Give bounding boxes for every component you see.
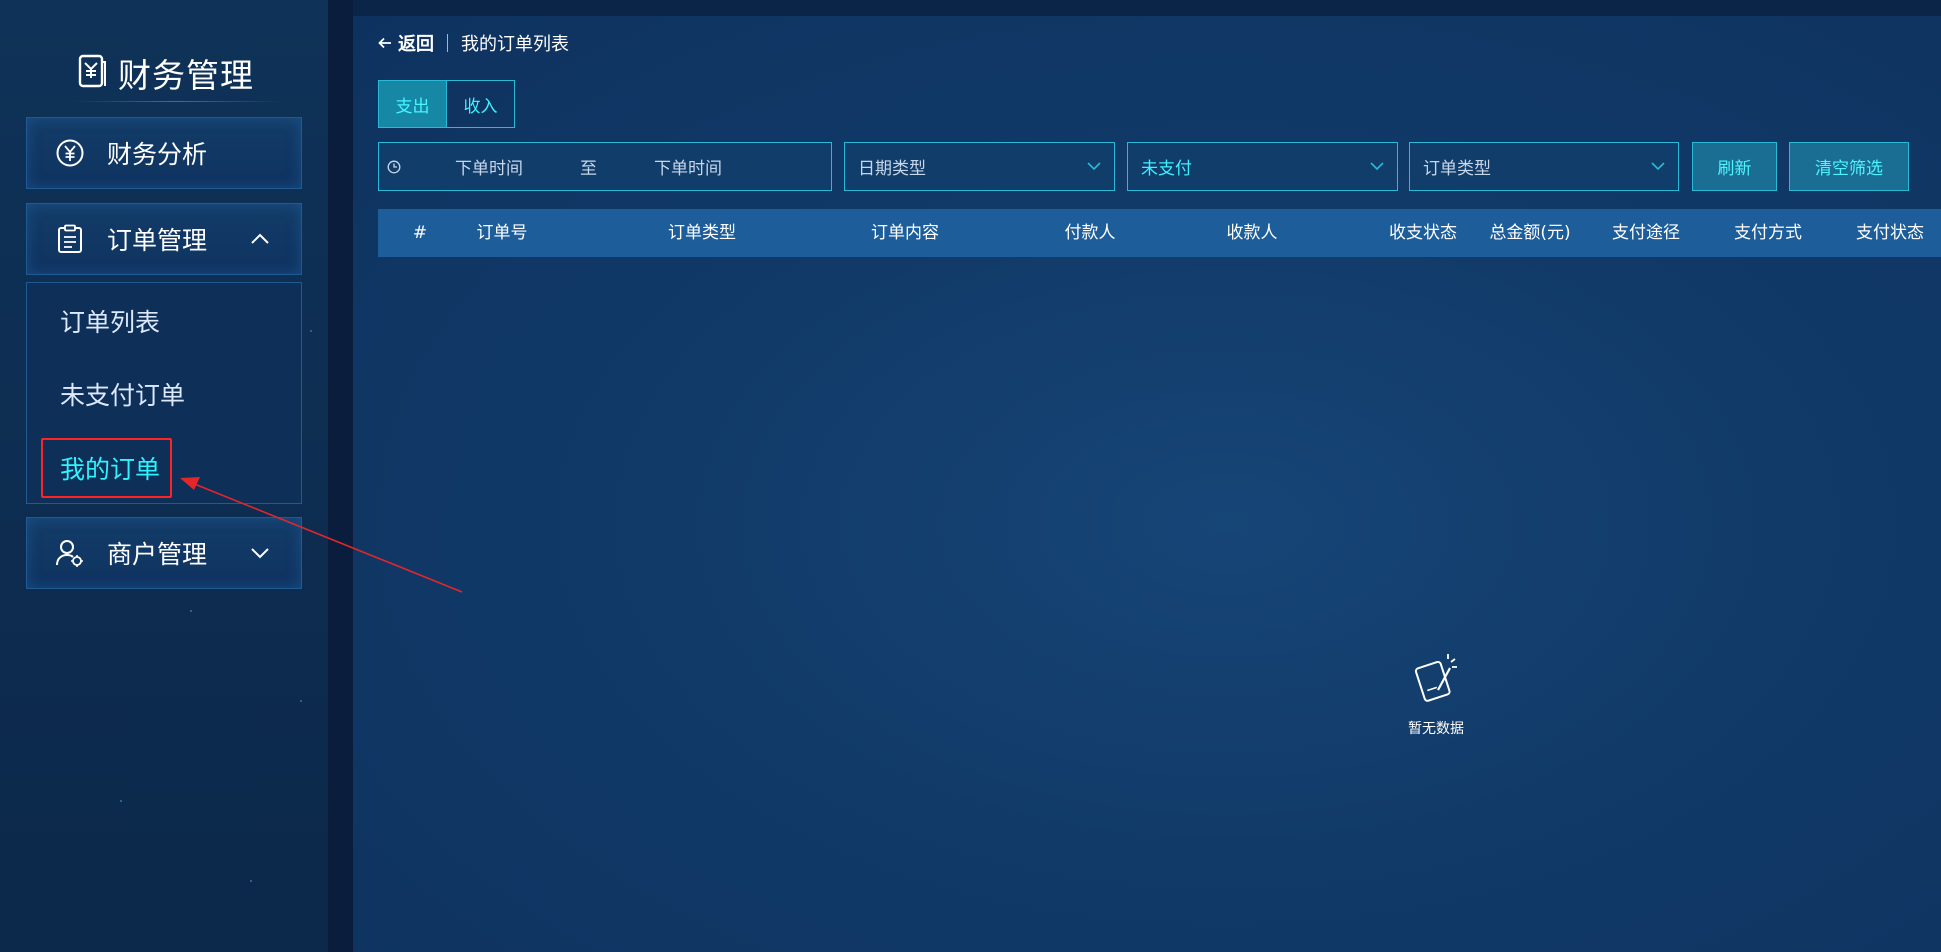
column-header-payment-status: 支付状态 (1856, 223, 1924, 243)
date-type-value: 日期类型 (858, 159, 926, 179)
empty-data-icon (1412, 650, 1460, 710)
tab-income[interactable]: 收入 (447, 81, 514, 127)
column-header-index: # (412, 223, 428, 243)
refresh-button[interactable]: 刷新 (1692, 142, 1777, 191)
top-strip (353, 0, 1941, 16)
date-type-select[interactable]: 日期类型 (844, 142, 1115, 191)
empty-state: 暂无数据 (1376, 650, 1496, 738)
chevron-down-icon (1648, 157, 1668, 177)
date-end-input[interactable]: 下单时间 (654, 154, 722, 179)
annotation-highlight-box (41, 438, 172, 498)
date-range-picker[interactable]: 下单时间 至 下单时间 (378, 142, 832, 191)
breadcrumb: 返回 我的订单列表 (378, 30, 569, 56)
submenu-unpaid-orders[interactable]: 未支付订单 (60, 376, 185, 412)
date-range-separator: 至 (580, 159, 597, 179)
finance-document-icon (78, 54, 108, 92)
nav-label: 商户管理 (107, 540, 208, 569)
empty-state-text: 暂无数据 (1408, 721, 1464, 737)
brand-title: 财务管理 (118, 56, 254, 95)
table-header: # 订单号 订单类型 订单内容 付款人 收款人 收支状态 总金额(元) 支付途径… (378, 209, 1941, 257)
submenu-order-list[interactable]: 订单列表 (60, 303, 160, 339)
nav-order-management[interactable]: 订单管理 (26, 203, 302, 275)
brand: 财务管理 (78, 48, 254, 98)
chevron-down-icon (1084, 157, 1104, 177)
nav-merchant-management[interactable]: 商户管理 (26, 517, 302, 589)
chevron-down-icon (1367, 157, 1387, 177)
column-header-order-no: 订单号 (476, 223, 528, 243)
column-header-total-amount: 总金额(元) (1489, 223, 1571, 243)
chevron-down-icon (247, 540, 273, 566)
column-header-payment-channel: 支付途径 (1612, 223, 1680, 243)
back-label: 返回 (398, 34, 434, 55)
column-header-payee: 收款人 (1226, 223, 1278, 243)
back-button[interactable]: 返回 (378, 30, 434, 56)
page-title: 我的订单列表 (461, 34, 569, 55)
order-type-value: 订单类型 (1423, 159, 1491, 179)
clear-filters-button[interactable]: 清空筛选 (1789, 142, 1909, 191)
nav-finance-analysis[interactable]: 财务分析 (26, 117, 302, 189)
sidebar-divider (328, 0, 353, 952)
clipboard-icon (53, 222, 87, 256)
yen-circle-icon (53, 136, 87, 170)
chevron-up-icon (247, 226, 273, 252)
payment-status-select[interactable]: 未支付 (1127, 142, 1398, 191)
brand-underline (72, 101, 282, 102)
nav-label: 订单管理 (107, 226, 208, 255)
payment-status-value: 未支付 (1141, 159, 1192, 179)
date-start-input[interactable]: 下单时间 (455, 154, 523, 179)
order-type-select[interactable]: 订单类型 (1409, 142, 1679, 191)
arrow-left-icon (378, 33, 392, 54)
merchant-user-icon (53, 536, 87, 570)
column-header-payer: 付款人 (1064, 223, 1116, 243)
clock-icon (387, 160, 401, 174)
breadcrumb-separator (447, 34, 448, 52)
column-header-income-expense-status: 收支状态 (1389, 223, 1457, 243)
tab-expense[interactable]: 支出 (379, 81, 447, 127)
column-header-order-content: 订单内容 (871, 223, 939, 243)
tab-group: 支出 收入 (378, 80, 515, 128)
column-header-payment-method: 支付方式 (1734, 223, 1802, 243)
nav-label: 财务分析 (107, 140, 208, 169)
column-header-order-type: 订单类型 (668, 223, 736, 243)
